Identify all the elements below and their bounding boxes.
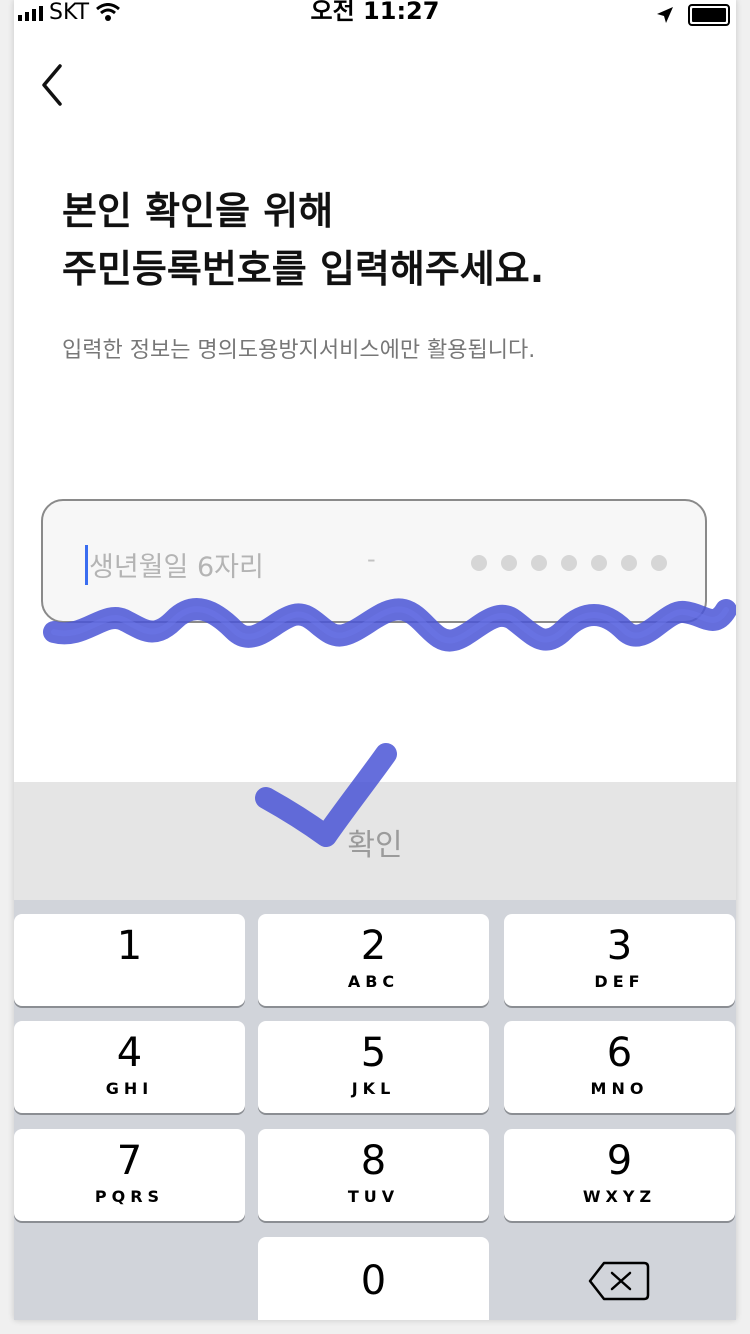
key-digit: 6 bbox=[606, 1030, 633, 1076]
birthdate-placeholder: 생년월일 6자리 bbox=[89, 552, 264, 583]
key-1[interactable]: 1 bbox=[14, 914, 245, 1006]
key-digit: 2 bbox=[360, 923, 387, 969]
key-digit: 7 bbox=[116, 1138, 143, 1184]
key-digit: 1 bbox=[116, 923, 143, 969]
backspace-icon bbox=[588, 1261, 650, 1301]
key-0[interactable]: 0 bbox=[258, 1237, 489, 1320]
checkmark-scribble bbox=[255, 743, 397, 847]
key-6[interactable]: 6 MNO bbox=[504, 1021, 735, 1113]
key-letters: WXYZ bbox=[582, 1187, 657, 1206]
key-letters: PQRS bbox=[94, 1187, 165, 1206]
masked-digit-dot bbox=[591, 555, 607, 571]
key-letters: MNO bbox=[590, 1079, 649, 1098]
key-5[interactable]: 5 JKL bbox=[258, 1021, 489, 1113]
key-letters: DEF bbox=[594, 972, 645, 991]
key-4[interactable]: 4 GHI bbox=[14, 1021, 245, 1113]
masked-digit-dot bbox=[501, 555, 517, 571]
key-letters: ABC bbox=[347, 972, 400, 991]
battery-icon bbox=[688, 4, 730, 26]
resident-number-input[interactable]: 생년월일 6자리 - bbox=[41, 499, 707, 623]
text-caret bbox=[85, 545, 88, 585]
masked-digit-dot bbox=[651, 555, 667, 571]
key-letters: GHI bbox=[105, 1079, 154, 1098]
masked-digits bbox=[471, 555, 667, 571]
scribble-overlay bbox=[43, 598, 736, 652]
key-digit: 9 bbox=[606, 1138, 633, 1184]
title-line-1: 본인 확인을 위해 bbox=[62, 189, 334, 233]
key-letters: JKL bbox=[351, 1079, 396, 1098]
key-3[interactable]: 3 DEF bbox=[504, 914, 735, 1006]
key-letters: TUV bbox=[347, 1187, 400, 1206]
masked-digit-dot bbox=[471, 555, 487, 571]
key-2[interactable]: 2 ABC bbox=[258, 914, 489, 1006]
title-line-2: 주민등록번호를 입력해주세요. bbox=[62, 247, 545, 291]
key-digit: 0 bbox=[360, 1258, 387, 1304]
key-digit: 3 bbox=[606, 923, 633, 969]
chevron-left-icon bbox=[42, 64, 62, 106]
screen: SKT 오전 11:27 본인 확인을 위해 주민등록번호를 입력해주세요. 입… bbox=[14, 0, 736, 1320]
number-separator: - bbox=[367, 545, 376, 573]
key-digit: 4 bbox=[116, 1030, 143, 1076]
key-digit: 8 bbox=[360, 1138, 387, 1184]
back-button[interactable] bbox=[38, 60, 78, 110]
page-title: 본인 확인을 위해 주민등록번호를 입력해주세요. bbox=[62, 182, 544, 298]
status-bar: SKT 오전 11:27 bbox=[14, 0, 736, 34]
confirm-button[interactable]: 확인 bbox=[14, 782, 736, 900]
location-arrow-icon bbox=[657, 7, 673, 23]
page-subtitle: 입력한 정보는 명의도용방지서비스에만 활용됩니다. bbox=[62, 338, 536, 363]
status-right bbox=[656, 4, 730, 26]
key-digit: 5 bbox=[360, 1030, 387, 1076]
numeric-keypad: 1 2 ABC 3 DEF 4 GHI 5 JKL 6 MNO 7 PQRS 8 bbox=[14, 900, 736, 1320]
key-8[interactable]: 8 TUV bbox=[258, 1129, 489, 1221]
status-time: 오전 11:27 bbox=[310, 0, 440, 25]
masked-digit-dot bbox=[531, 555, 547, 571]
masked-digit-dot bbox=[561, 555, 577, 571]
key-7[interactable]: 7 PQRS bbox=[14, 1129, 245, 1221]
masked-digit-dot bbox=[621, 555, 637, 571]
confirm-button-label: 확인 bbox=[347, 829, 403, 862]
key-9[interactable]: 9 WXYZ bbox=[504, 1129, 735, 1221]
delete-key[interactable] bbox=[504, 1237, 736, 1317]
